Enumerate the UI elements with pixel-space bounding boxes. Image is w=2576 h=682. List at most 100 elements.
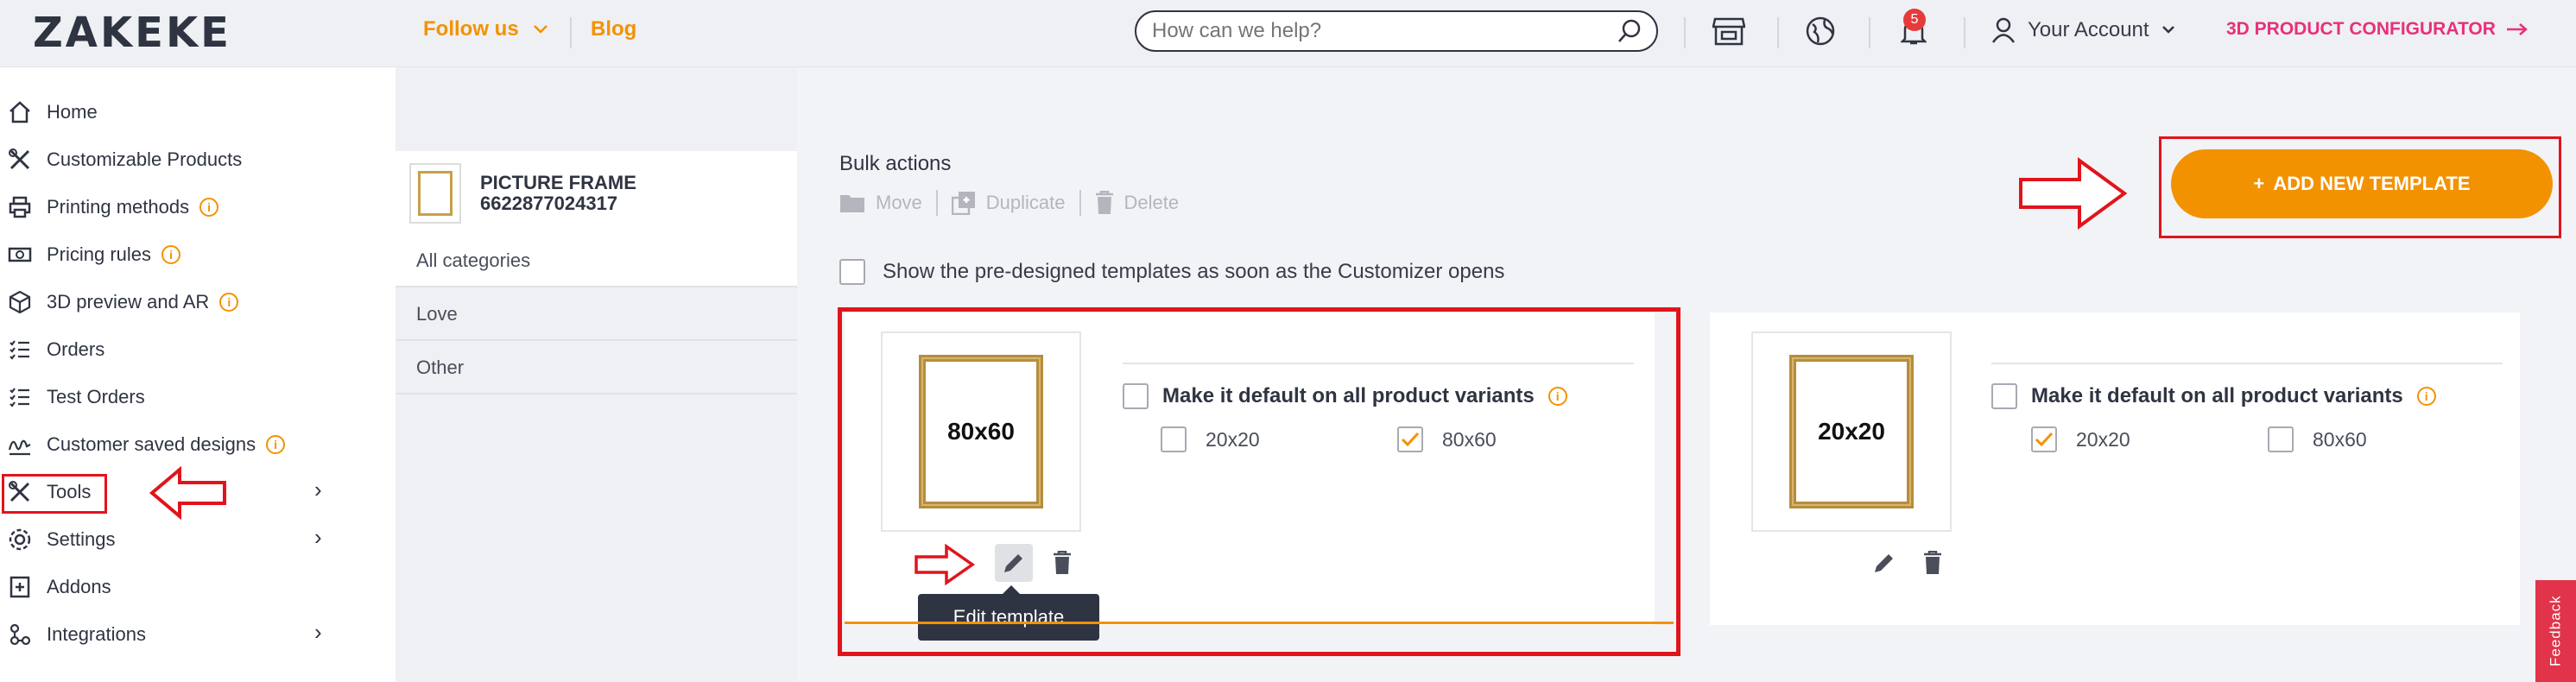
- sidebar-item-label: Home: [47, 101, 98, 123]
- sidebar-item-label: 3D preview and AR: [47, 291, 210, 313]
- duplicate-button[interactable]: Duplicate: [938, 191, 1079, 215]
- addon-icon: [7, 574, 33, 600]
- variant-label: 20x20: [2076, 427, 2130, 451]
- sidebar-item-addons[interactable]: Addons: [7, 570, 352, 604]
- sidebar-item-label: Printing methods: [47, 196, 190, 218]
- configurator-label: 3D PRODUCT CONFIGURATOR: [2226, 19, 2496, 39]
- gear-icon: [7, 527, 33, 553]
- product-id: 6622877024317: [480, 193, 618, 214]
- sidebar-item-label: Integrations: [47, 623, 146, 645]
- bulk-actions-bar: Move Duplicate Delete: [839, 190, 1193, 216]
- make-default-option[interactable]: Make it default on all product variants …: [1991, 383, 2436, 409]
- configurator-link[interactable]: 3D PRODUCT CONFIGURATOR: [2226, 19, 2529, 40]
- search-input[interactable]: [1152, 19, 1617, 43]
- category-love[interactable]: Love: [396, 289, 797, 341]
- sidebar-item-label: Customer saved designs: [47, 433, 256, 455]
- divider: [1869, 17, 1870, 48]
- list-icon: [7, 337, 33, 363]
- pencil-icon: [1875, 554, 1893, 572]
- sidebar-item-pricing-rules[interactable]: Pricing rules i: [7, 237, 352, 272]
- divider: [1991, 363, 2503, 364]
- follow-us-menu[interactable]: Follow us: [423, 17, 548, 41]
- sidebar-item-customizable-products[interactable]: Customizable Products: [7, 142, 352, 177]
- sidebar-item-printing-methods[interactable]: Printing methods i: [7, 190, 352, 224]
- trash-icon: [1924, 551, 1941, 574]
- variant-label: 80x60: [2313, 427, 2367, 451]
- info-icon[interactable]: i: [2416, 387, 2436, 406]
- cube-icon: [7, 289, 33, 315]
- duplicate-icon: [951, 192, 975, 215]
- sidebar-item-label: Orders: [47, 338, 105, 360]
- divider: [1777, 17, 1779, 48]
- chevron-right-icon[interactable]: ›: [314, 477, 322, 503]
- template-preview[interactable]: 20x20: [1751, 332, 1952, 532]
- account-label: Your Account: [2028, 18, 2149, 41]
- delete-template-button[interactable]: [1914, 544, 1952, 582]
- sidebar-item-3d-preview[interactable]: 3D preview and AR i: [7, 285, 352, 319]
- category-other[interactable]: Other: [396, 343, 797, 395]
- sidebar-item-customer-saved-designs[interactable]: Customer saved designs i: [7, 427, 352, 462]
- arrow-left-annotation: [149, 466, 226, 520]
- highlight-box: [838, 307, 1680, 656]
- info-icon[interactable]: i: [161, 245, 181, 264]
- sidebar-item-label: Test Orders: [47, 386, 145, 407]
- sidebar-item-orders[interactable]: Orders: [7, 332, 352, 367]
- user-icon: [1991, 17, 2016, 43]
- arrow-right-annotation: [2019, 157, 2128, 230]
- list-icon: [7, 384, 33, 410]
- highlight-box: [2, 474, 107, 514]
- sidebar-item-integrations[interactable]: Integrations: [7, 617, 352, 652]
- blog-link[interactable]: Blog: [591, 17, 636, 41]
- chevron-down-icon: [533, 25, 547, 34]
- feedback-tab[interactable]: Feedback: [2535, 580, 2576, 682]
- logo[interactable]: ZAKEKE: [33, 9, 231, 57]
- show-predesigned-checkbox[interactable]: [839, 259, 865, 285]
- search-box[interactable]: [1135, 10, 1658, 52]
- sidebar-item-home[interactable]: Home: [7, 95, 352, 129]
- chevron-down-icon: [2161, 26, 2174, 34]
- home-icon: [7, 99, 33, 125]
- info-icon[interactable]: i: [199, 198, 219, 217]
- show-predesigned-label: Show the pre-designed templates as soon …: [883, 260, 1505, 283]
- notification-badge: 5: [1903, 9, 1926, 31]
- make-default-checkbox[interactable]: [1991, 383, 2017, 409]
- follow-us-label: Follow us: [423, 17, 519, 41]
- info-icon[interactable]: i: [266, 435, 286, 454]
- trash-icon: [1095, 191, 1113, 214]
- chevron-right-icon[interactable]: ›: [314, 524, 322, 551]
- move-button[interactable]: Move: [839, 192, 936, 214]
- money-icon: [7, 242, 33, 268]
- show-predesigned-option[interactable]: Show the pre-designed templates as soon …: [839, 259, 1504, 285]
- signature-icon: [7, 432, 33, 458]
- sidebar-item-label: Settings: [47, 528, 116, 550]
- divider: [1684, 17, 1686, 48]
- sidebar-item-label: Customizable Products: [47, 148, 243, 170]
- variant-checkbox[interactable]: [2031, 426, 2057, 452]
- sidebar-item-settings[interactable]: Settings: [7, 522, 352, 557]
- sidebar-item-label: Pricing rules: [47, 243, 152, 265]
- integrations-icon: [7, 622, 33, 647]
- variant-option[interactable]: 80x60: [2268, 426, 2367, 452]
- chevron-right-icon[interactable]: ›: [314, 619, 322, 646]
- check-icon: [2035, 432, 2054, 447]
- variant-checkbox[interactable]: [2268, 426, 2294, 452]
- printer-icon: [7, 194, 33, 220]
- arrow-right-icon: [2506, 23, 2528, 35]
- bulk-actions-title: Bulk actions: [839, 152, 952, 175]
- variant-option[interactable]: 20x20: [2031, 426, 2130, 452]
- account-menu[interactable]: Your Account: [1991, 17, 2175, 43]
- delete-button[interactable]: Delete: [1081, 191, 1193, 215]
- category-all[interactable]: All categories: [396, 236, 797, 287]
- divider: [570, 17, 572, 48]
- globe-icon[interactable]: [1801, 12, 1839, 50]
- product-name: PICTURE FRAME: [480, 172, 636, 193]
- template-preview-label: 20x20: [1789, 355, 1914, 508]
- info-icon[interactable]: i: [219, 293, 239, 312]
- highlight-box: [2159, 136, 2561, 238]
- product-card[interactable]: PICTURE FRAME 6622877024317: [396, 151, 797, 236]
- store-icon[interactable]: [1710, 12, 1748, 50]
- make-default-label: Make it default on all product variants: [2031, 384, 2403, 407]
- edit-template-button[interactable]: [1865, 544, 1903, 582]
- search-icon[interactable]: [1617, 18, 1642, 44]
- sidebar-item-test-orders[interactable]: Test Orders: [7, 380, 352, 414]
